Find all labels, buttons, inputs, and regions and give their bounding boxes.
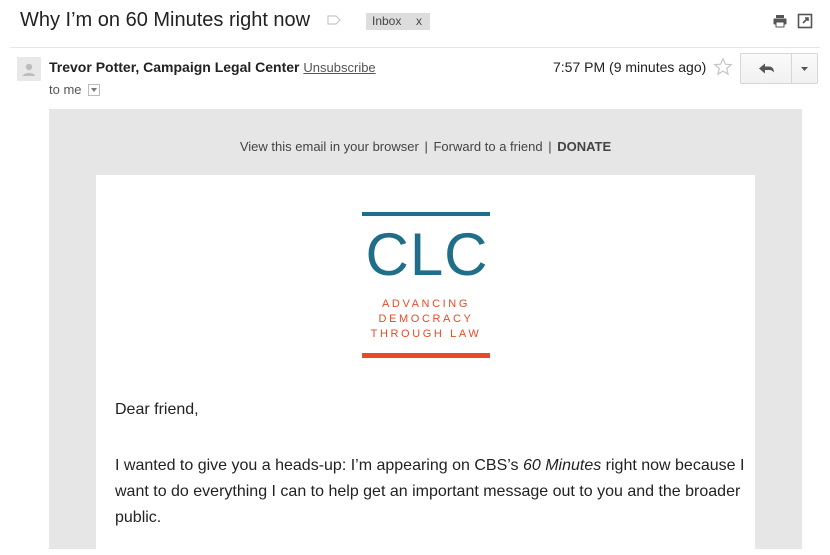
new-window-icon[interactable] (797, 13, 813, 29)
chevron-down-icon (801, 67, 808, 71)
logo-bottom-bar (362, 353, 490, 358)
received-time: 7:57 PM (9 minutes ago) (553, 59, 707, 75)
donate-link[interactable]: DONATE (557, 139, 611, 154)
header-divider (10, 47, 820, 48)
label-tag-icon[interactable] (327, 15, 341, 25)
email-preheader: View this email in your browser | Forwar… (49, 139, 802, 154)
person-icon (23, 63, 35, 76)
preheader-separator: | (548, 139, 552, 154)
show-title: 60 Minutes (522, 457, 602, 474)
reply-icon (759, 63, 774, 74)
recipient-details-dropdown[interactable] (87, 83, 100, 96)
email-paragraph: I wanted to give you a heads-up: I’m app… (115, 453, 745, 531)
logo-wordmark: CLC (365, 221, 489, 288)
logo-tagline-line: ADVANCING (382, 298, 470, 310)
unsubscribe-link[interactable]: Unsubscribe (303, 60, 375, 75)
inbox-label-text: Inbox (372, 14, 402, 28)
star-icon[interactable] (713, 57, 733, 77)
clc-logo: CLC ADVANCING DEMOCRACY THROUGH LAW (362, 212, 492, 362)
email-subject: Why I’m on 60 Minutes right now (20, 9, 311, 31)
forward-to-friend-link[interactable]: Forward to a friend (433, 139, 542, 154)
view-in-browser-link[interactable]: View this email in your browser (240, 139, 419, 154)
more-actions-button[interactable] (792, 54, 817, 83)
recipient-text: to me (49, 82, 82, 97)
email-greeting: Dear friend, (115, 401, 199, 418)
remove-label-button[interactable]: x (416, 13, 422, 30)
sender-line: Trevor Potter, Campaign Legal Center Uns… (49, 59, 376, 75)
email-body-background: View this email in your browser | Forwar… (49, 109, 802, 555)
preheader-separator: | (424, 139, 428, 154)
logo-top-bar (362, 212, 490, 216)
email-content-card: CLC ADVANCING DEMOCRACY THROUGH LAW Dear… (96, 175, 755, 555)
print-icon[interactable] (772, 13, 788, 29)
reply-button-group (740, 53, 818, 84)
paragraph-text: I wanted to give you a heads-up: I’m app… (115, 457, 523, 474)
logo-tagline-line: THROUGH LAW (370, 328, 482, 340)
sender-name: Trevor Potter, Campaign Legal Center (49, 59, 300, 75)
reply-button[interactable] (741, 54, 791, 83)
sender-avatar (17, 57, 41, 81)
inbox-label-chip: Inbox x (366, 13, 430, 30)
recipient-line: to me (49, 82, 100, 97)
logo-tagline-line: DEMOCRACY (378, 313, 474, 325)
